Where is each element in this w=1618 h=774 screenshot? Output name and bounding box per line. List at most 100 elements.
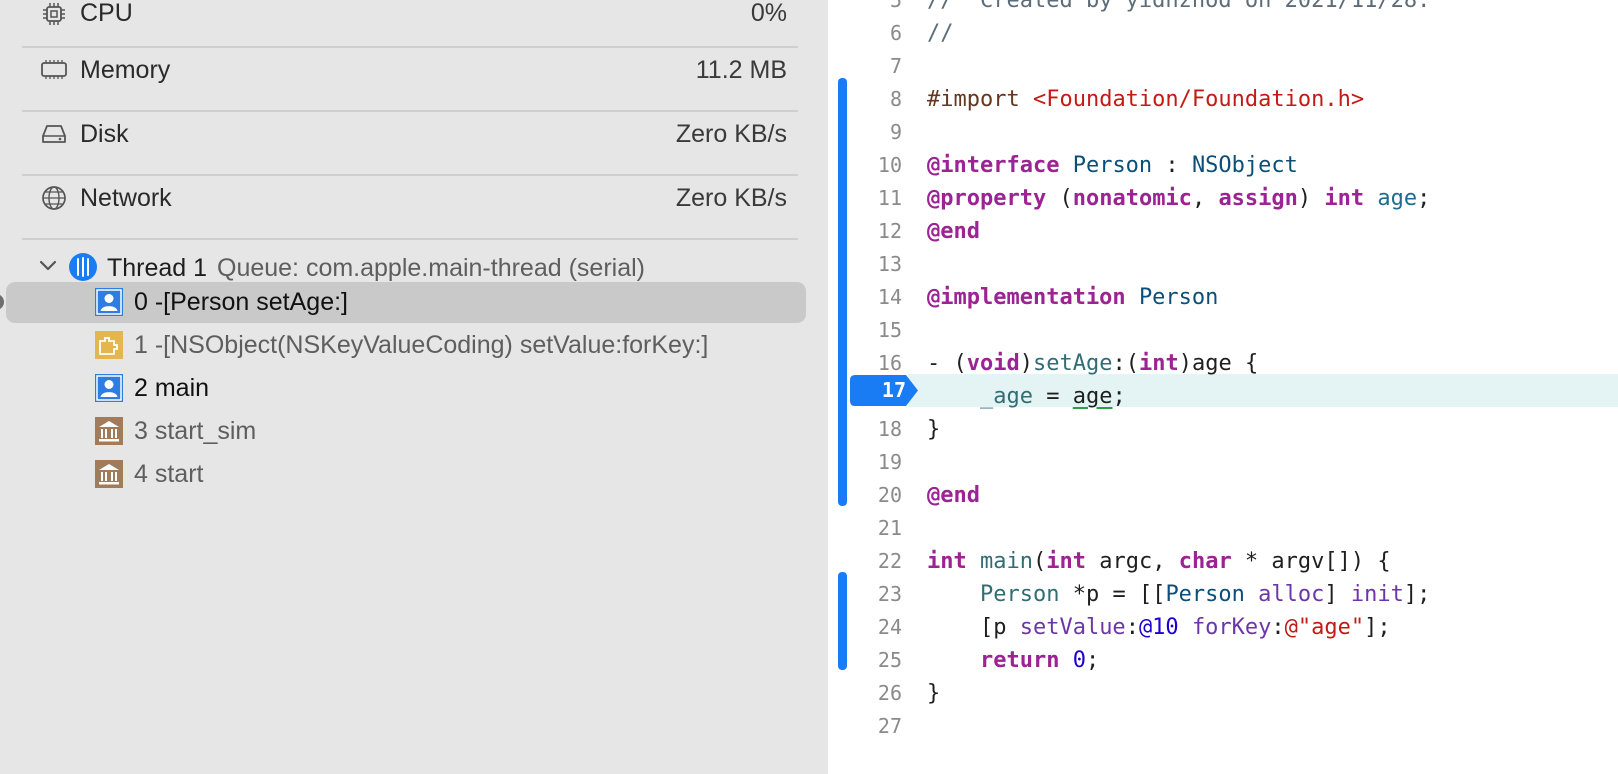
line-number[interactable]: 19 [858,446,902,479]
code-line[interactable]: 23 Person *p = [[Person alloc] init]; [828,578,1618,611]
code-text[interactable]: @implementation Person [927,281,1218,314]
code-text[interactable]: } [927,413,940,446]
code-line[interactable]: 7 [828,50,1618,83]
stack-frame-0[interactable]: 0 -[Person setAge:] [0,281,828,324]
stack-frame-label: 2 main [134,374,210,402]
gauge-disk[interactable]: Disk Zero KB/s [22,110,798,176]
code-line[interactable]: 10 @interface Person : NSObject [828,149,1618,182]
code-line[interactable]: 27 [828,710,1618,743]
code-line[interactable]: 15 [828,314,1618,347]
code-line[interactable]: 9 [828,116,1618,149]
code-line[interactable]: 12 @end [828,215,1618,248]
code-line[interactable]: 26} [828,677,1618,710]
code-token: ; [1417,186,1431,211]
line-number[interactable]: 24 [858,611,902,644]
code-line[interactable]: 6 // [828,17,1618,50]
line-number[interactable]: 26 [858,677,902,710]
framework-icon [95,331,123,359]
code-token: )age { [1178,351,1259,376]
line-number[interactable]: 25 [858,644,902,677]
code-token: argc, [1085,549,1179,574]
code-token: ) [1297,186,1325,211]
code-token: ]; [1403,582,1431,607]
code-token: , [1191,186,1219,211]
stack-frame-2[interactable]: 2 main [0,367,828,410]
code-text[interactable]: } [927,677,940,710]
code-line[interactable]: 11 @property (nonatomic, assign) int age; [828,182,1618,215]
code-line[interactable]: 16 - (void)setAge:(int)age { [828,347,1618,380]
code-token: @"age" [1284,615,1365,640]
gauge-network[interactable]: Network Zero KB/s [22,174,798,240]
line-number[interactable]: 14 [858,281,902,314]
code-text[interactable]: return 0; [927,644,1099,677]
gauge-value: 11.2 MB [695,56,787,84]
line-number[interactable]: 10 [858,149,902,182]
code-token: Person [979,582,1060,607]
stack-frame-4[interactable]: 4 start [0,453,828,496]
code-token: } [927,417,941,442]
code-text[interactable]: _age = age; [927,380,1126,413]
line-number[interactable]: 22 [858,545,902,578]
code-text[interactable]: - (void)setAge:(int)age { [927,347,1258,380]
code-token: ] [1324,582,1351,607]
line-number[interactable]: 5 [858,0,902,17]
line-number[interactable]: 12 [858,215,902,248]
code-token: [p [927,615,1020,640]
stack-frame-1[interactable]: 1 -[NSObject(NSKeyValueCoding) setValue:… [0,324,828,367]
line-number[interactable]: 11 [858,182,902,215]
code-text[interactable]: @end [927,215,980,248]
code-text[interactable]: [p setValue:@10 forKey:@"age"]; [927,611,1391,644]
chevron-down-icon[interactable] [36,254,60,278]
code-line[interactable]: 21 [828,512,1618,545]
line-number[interactable]: 9 [858,116,902,149]
code-token: Person [1165,582,1245,607]
line-number[interactable]: 16 [858,347,902,380]
code-token: @property [927,186,1047,211]
line-number[interactable]: 20 [858,479,902,512]
code-line[interactable]: 20 @end [828,479,1618,512]
code-line[interactable]: 18} [828,413,1618,446]
code-token: Person [1138,285,1219,310]
code-line[interactable]: 24 [p setValue:@10 forKey:@"age"]; [828,611,1618,644]
line-number[interactable]: 23 [858,578,902,611]
code-line[interactable]: 25 return 0; [828,644,1618,677]
code-text[interactable]: #import <Foundation/Foundation.h> [927,83,1364,116]
line-number[interactable]: 18 [858,413,902,446]
code-token: age [1072,384,1113,409]
code-text[interactable]: @end [927,479,980,512]
code-text[interactable]: Person *p = [[Person alloc] init]; [927,578,1430,611]
gauge-cpu[interactable]: CPU 0% [22,0,798,48]
stack-frame-label: 0 -[Person setAge:] [134,288,349,316]
code-token: Person [1072,153,1153,178]
line-number[interactable]: 7 [858,50,902,83]
line-number[interactable]: 27 [858,710,902,743]
source-editor[interactable]: 17 5 // Created by yidnzhod on 2021/11/28… [828,0,1618,774]
stack-frame-3[interactable]: 3 start_sim [0,410,828,453]
code-token: ; [1085,648,1100,673]
line-number[interactable]: 15 [858,314,902,347]
line-number[interactable]: 8 [858,83,902,116]
code-text[interactable]: // Created by yidnzhod on 2021/11/28. [927,0,1430,17]
code-line[interactable]: 14 @implementation Person [828,281,1618,314]
code-token: ]; [1364,615,1391,640]
line-number[interactable]: 21 [858,512,902,545]
code-line[interactable]: 19 [828,446,1618,479]
gauge-label: Network [80,184,172,212]
code-text[interactable]: @interface Person : NSObject [927,149,1298,182]
gauge-memory[interactable]: Memory 11.2 MB [22,46,798,112]
code-line[interactable]: 8 #import <Foundation/Foundation.h> [828,83,1618,116]
code-text[interactable]: int main(int argc, char * argv[]) { [927,545,1391,578]
line-number[interactable]: 13 [858,248,902,281]
code-line[interactable]: 5 // Created by yidnzhod on 2021/11/28. [828,0,1618,17]
code-line[interactable]: 13 [828,248,1618,281]
code-line[interactable]: 17 _age = age; [828,380,1618,413]
line-number[interactable]: 6 [858,17,902,50]
line-number[interactable]: 17 [858,380,902,413]
code-line[interactable]: 22 int main(int argc, char * argv[]) { [828,545,1618,578]
code-text[interactable]: // [927,17,954,50]
code-token: #import [927,87,1033,112]
code-text[interactable]: @property (nonatomic, assign) int age; [927,182,1430,215]
